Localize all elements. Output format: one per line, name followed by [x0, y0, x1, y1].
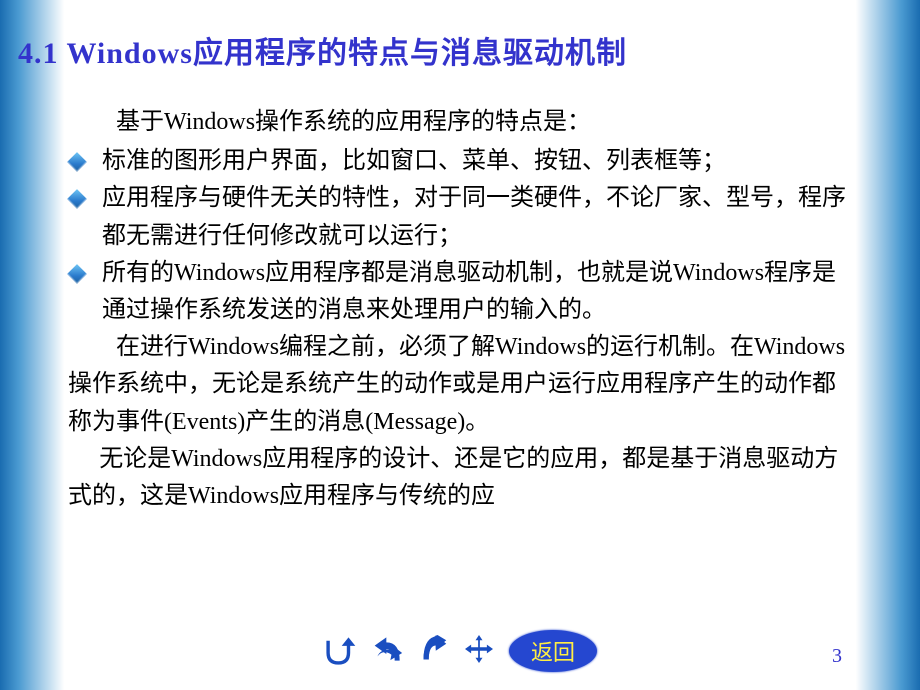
- slide-content: 基于Windows操作系统的应用程序的特点是： 标准的图形用户界面，比如窗口、菜…: [68, 104, 852, 515]
- bullet-text: 标准的图形用户界面，比如窗口、菜单、按钮、列表框等；: [102, 143, 852, 180]
- nav-bar: 返回: [0, 630, 920, 672]
- slide-container: 4.1 Windows应用程序的特点与消息驱动机制 基于Windows操作系统的…: [0, 0, 920, 515]
- bullet-text: 所有的Windows应用程序都是消息驱动机制，也就是说Windows程序是通过操…: [102, 255, 852, 329]
- bullet-item: 所有的Windows应用程序都是消息驱动机制，也就是说Windows程序是通过操…: [68, 255, 852, 329]
- return-label: 返回: [531, 635, 575, 667]
- bullet-item: 标准的图形用户界面，比如窗口、菜单、按钮、列表框等；: [68, 143, 852, 180]
- bullet-item: 应用程序与硬件无关的特性，对于同一类硬件，不论厂家、型号，程序都无需进行任何修改…: [68, 180, 852, 254]
- back-uturn-icon[interactable]: [323, 637, 357, 665]
- paragraph: 无论是Windows应用程序的设计、还是它的应用，都是基于消息驱动方式的，这是W…: [68, 441, 852, 515]
- paragraph: 在进行Windows编程之前，必须了解Windows的运行机制。在Windows…: [68, 329, 852, 441]
- curved-up-arrow-icon[interactable]: [373, 635, 403, 668]
- page-number: 3: [832, 645, 842, 668]
- diamond-bullet-icon: [67, 264, 87, 284]
- move-cross-icon[interactable]: [465, 635, 493, 668]
- diamond-bullet-icon: [67, 152, 87, 172]
- slide-title: 4.1 Windows应用程序的特点与消息驱动机制: [18, 28, 852, 72]
- intro-text: 基于Windows操作系统的应用程序的特点是：: [68, 104, 852, 141]
- return-button[interactable]: 返回: [509, 630, 597, 672]
- diamond-bullet-icon: [67, 189, 87, 209]
- up-curve-icon[interactable]: [419, 635, 449, 668]
- bullet-text: 应用程序与硬件无关的特性，对于同一类硬件，不论厂家、型号，程序都无需进行任何修改…: [102, 180, 852, 254]
